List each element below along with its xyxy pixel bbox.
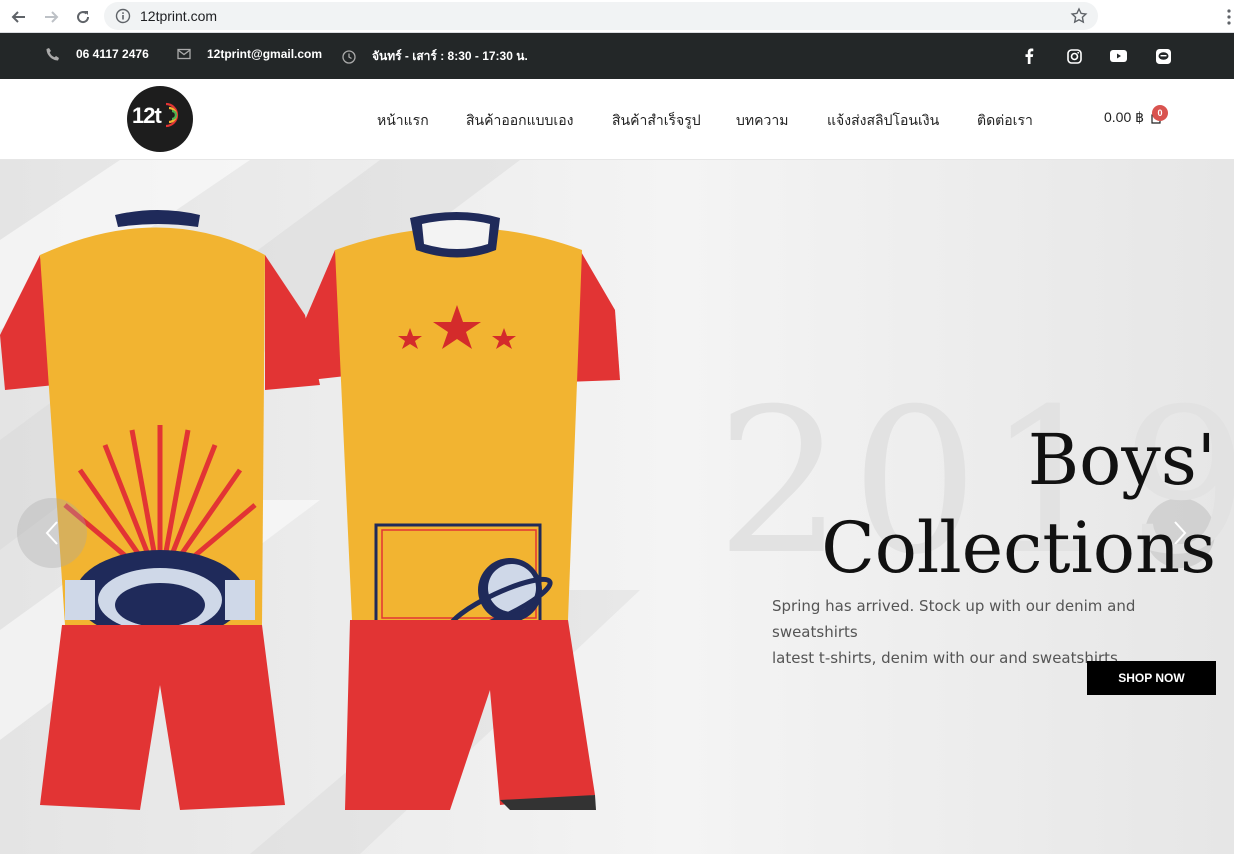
nav-articles[interactable]: บทความ: [736, 110, 788, 132]
hours-text: จันทร์ - เสาร์ : 8:30 - 17:30 น.: [372, 49, 528, 63]
hero-title-line2: Collections: [821, 507, 1216, 589]
nav-ready-products[interactable]: สินค้าสำเร็จรูป: [612, 110, 701, 132]
nav-custom-products[interactable]: สินค้าออกแบบเอง: [466, 110, 573, 132]
chevron-left-icon: [45, 521, 58, 545]
browser-menu-icon[interactable]: [1224, 7, 1234, 27]
cart-count-badge: 0: [1152, 105, 1168, 121]
logo-mark-icon: [165, 102, 179, 128]
clock-icon: [342, 49, 356, 64]
facebook-icon[interactable]: [1020, 47, 1038, 65]
phone-contact[interactable]: 06 4117 2476: [46, 47, 149, 61]
reload-icon[interactable]: [72, 6, 94, 28]
address-bar[interactable]: 12tprint.com: [104, 2, 1098, 30]
hero-title-line1: Boys': [1027, 419, 1216, 501]
email-contact[interactable]: 12tprint@gmail.com: [177, 47, 322, 61]
envelope-icon: [177, 48, 191, 60]
nav-home[interactable]: หน้าแรก: [377, 110, 429, 132]
instagram-icon[interactable]: [1065, 47, 1083, 65]
nav-payment-slip[interactable]: แจ้งส่งสลิปโอนเงิน: [827, 110, 939, 132]
site-header: 12t หน้าแรก สินค้าออกแบบเอง สินค้าสำเร็จ…: [0, 79, 1234, 160]
shop-now-button[interactable]: SHOP NOW: [1087, 661, 1216, 695]
phone-icon: [46, 48, 59, 61]
hero-desc-line1: Spring has arrived. Stock up with our de…: [772, 597, 1136, 641]
browser-toolbar: 12tprint.com: [0, 0, 1234, 33]
info-icon[interactable]: [115, 8, 131, 24]
logo-text: 12t: [132, 103, 162, 128]
top-info-bar: 06 4117 2476 12tprint@gmail.com จันทร์ -…: [0, 33, 1234, 79]
hero-title: Boys' Collections: [821, 416, 1216, 592]
line-icon[interactable]: [1154, 47, 1172, 65]
nav-contact[interactable]: ติดต่อเรา: [977, 110, 1033, 132]
jersey-front-image: [305, 212, 620, 810]
forward-icon[interactable]: [40, 6, 62, 28]
url-text[interactable]: 12tprint.com: [140, 8, 217, 24]
youtube-icon[interactable]: [1109, 47, 1127, 65]
site-logo[interactable]: 12t: [127, 86, 193, 152]
business-hours: จันทร์ - เสาร์ : 8:30 - 17:30 น.: [342, 47, 528, 66]
back-icon[interactable]: [8, 6, 30, 28]
hero-slider: 2019 Boys' Collections Spring has arrive…: [0, 160, 1234, 854]
bookmark-star-icon[interactable]: [1070, 7, 1088, 25]
phone-number[interactable]: 06 4117 2476: [76, 47, 149, 61]
hero-description: Spring has arrived. Stock up with our de…: [772, 593, 1222, 671]
email-address[interactable]: 12tprint@gmail.com: [207, 47, 322, 61]
slider-prev-button[interactable]: [17, 498, 87, 568]
cart-total[interactable]: 0.00 ฿: [1104, 109, 1144, 126]
